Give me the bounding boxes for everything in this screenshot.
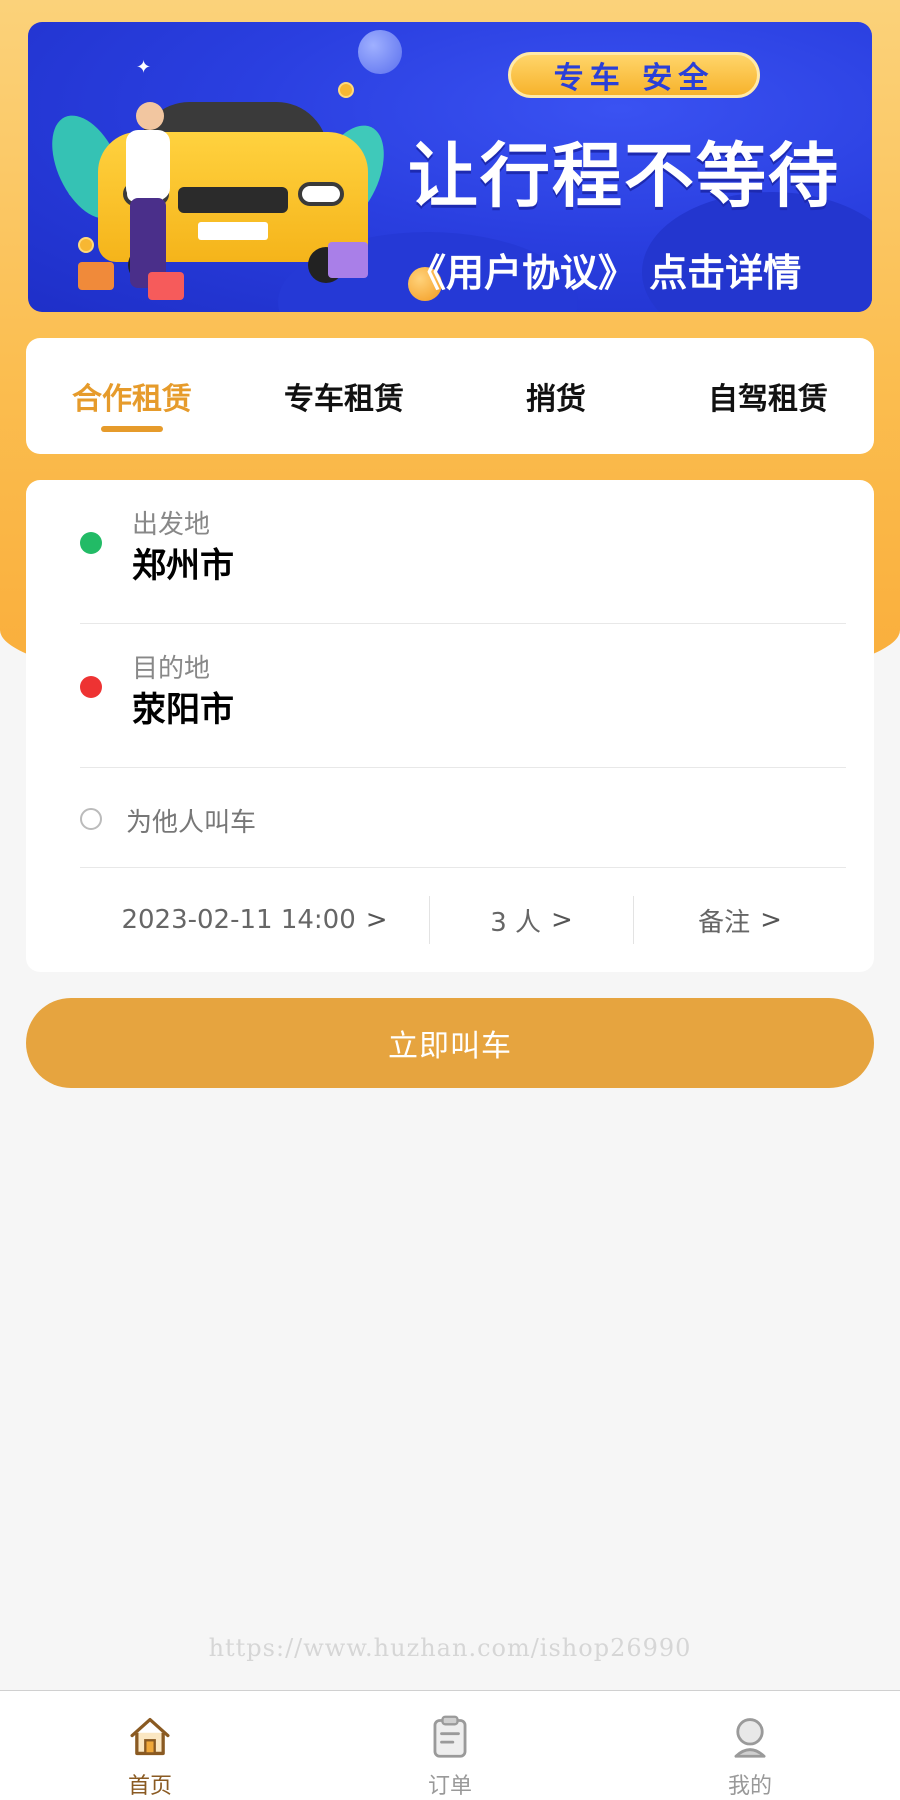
call-for-others-option[interactable]: 为他人叫车 bbox=[80, 768, 846, 868]
origin-field[interactable]: 出发地 郑州市 bbox=[80, 480, 846, 624]
datetime-picker[interactable]: 2023-02-11 14:00 > bbox=[80, 896, 430, 944]
tab-private-car-rental[interactable]: 专车租赁 bbox=[238, 338, 450, 454]
coin-icon bbox=[78, 237, 94, 253]
banner-title: 让行程不等待 bbox=[408, 135, 840, 217]
coin-icon bbox=[338, 82, 354, 98]
call-for-others-radio[interactable] bbox=[80, 808, 102, 830]
user-agreement-link[interactable]: 《用户协议》 点击详情 bbox=[408, 242, 858, 297]
remark-button[interactable]: 备注 > bbox=[634, 896, 846, 944]
call-for-others-label: 为他人叫车 bbox=[126, 808, 257, 838]
gift-illustration bbox=[148, 272, 184, 300]
datetime-value: 2023-02-11 14:00 bbox=[121, 905, 356, 935]
tab-label: 捎货 bbox=[526, 382, 586, 417]
bottom-navigation: 首页 订单 我的 bbox=[0, 1690, 900, 1800]
tab-self-drive-rental[interactable]: 自驾租赁 bbox=[662, 338, 874, 454]
origin-city: 郑州市 bbox=[132, 546, 234, 586]
user-icon bbox=[734, 1718, 766, 1758]
tab-label: 专车租赁 bbox=[284, 382, 404, 417]
chevron-right-icon: > bbox=[551, 905, 573, 935]
chevron-right-icon: > bbox=[365, 905, 388, 935]
origin-label: 出发地 bbox=[132, 510, 211, 540]
home-icon bbox=[130, 1717, 170, 1756]
sparkle-icon: ✦ bbox=[136, 57, 152, 78]
booking-form: 出发地 郑州市 目的地 荥阳市 为他人叫车 2023-02-11 14:00 >… bbox=[26, 480, 874, 972]
nav-home[interactable]: 首页 bbox=[0, 1691, 300, 1800]
tab-cooperative-rental[interactable]: 合作租赁 bbox=[26, 338, 238, 454]
service-tabs: 合作租赁 专车租赁 捎货 自驾租赁 bbox=[26, 338, 874, 454]
tab-delivery[interactable]: 捎货 bbox=[450, 338, 662, 454]
destination-label: 目的地 bbox=[132, 654, 211, 684]
promo-banner[interactable]: ✦ ✦ 专车 安全 让行程不等待 《用户协议》 点击详情 bbox=[28, 22, 872, 312]
passenger-value: 3 人 bbox=[490, 907, 541, 938]
nav-home-label: 首页 bbox=[127, 1774, 172, 1799]
gift-illustration bbox=[328, 242, 368, 278]
passenger-picker[interactable]: 3 人 > bbox=[430, 896, 634, 944]
tab-label: 自驾租赁 bbox=[708, 382, 828, 417]
nav-orders[interactable]: 订单 bbox=[300, 1691, 600, 1800]
destination-city: 荥阳市 bbox=[132, 690, 234, 730]
chevron-right-icon: > bbox=[760, 905, 782, 935]
banner-badge: 专车 安全 bbox=[508, 52, 760, 98]
tab-label: 合作租赁 bbox=[72, 382, 192, 417]
nav-profile-label: 我的 bbox=[727, 1774, 772, 1799]
watermark-text: https://www.huzhan.com/ishop26990 bbox=[208, 1634, 692, 1662]
destination-field[interactable]: 目的地 荥阳市 bbox=[80, 624, 846, 768]
gift-illustration bbox=[78, 262, 114, 290]
clipboard-icon bbox=[433, 1715, 467, 1758]
car-plate bbox=[198, 222, 268, 240]
car-headlight bbox=[298, 182, 344, 206]
remark-label: 备注 bbox=[698, 907, 751, 938]
nav-orders-label: 订单 bbox=[427, 1774, 472, 1799]
destination-dot-icon bbox=[80, 676, 102, 698]
active-tab-indicator bbox=[101, 426, 163, 432]
origin-dot-icon bbox=[80, 532, 102, 554]
nav-profile[interactable]: 我的 bbox=[600, 1691, 900, 1800]
car-grill bbox=[178, 187, 288, 213]
banner-orb bbox=[358, 30, 402, 74]
call-car-button[interactable]: 立即叫车 bbox=[26, 998, 874, 1088]
trip-options: 2023-02-11 14:00 > 3 人 > 备注 > bbox=[80, 868, 846, 972]
